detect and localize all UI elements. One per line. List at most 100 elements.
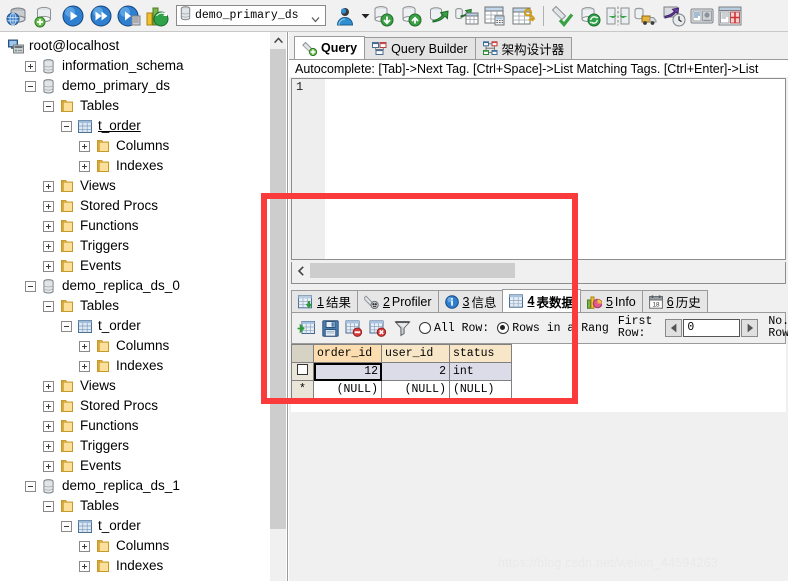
- connection-manager-icon[interactable]: [4, 3, 30, 29]
- column-header-user-id[interactable]: user_id: [381, 344, 450, 363]
- tree-node-stored-procs[interactable]: Stored Procs: [0, 396, 270, 416]
- tree-node-columns[interactable]: Columns: [0, 136, 270, 156]
- db-refresh-icon[interactable]: [577, 3, 603, 29]
- column-header-status[interactable]: status: [449, 344, 512, 363]
- table-row[interactable]: 12 2 int: [291, 362, 512, 381]
- add-row-icon[interactable]: [295, 317, 317, 339]
- chevron-left-icon[interactable]: [292, 262, 309, 279]
- checkbox-icon[interactable]: [297, 364, 308, 375]
- tree-node-indexes[interactable]: Indexes: [0, 556, 270, 576]
- tree-node-events[interactable]: Events: [0, 256, 270, 276]
- scroll-up-icon[interactable]: [270, 32, 286, 49]
- user-manager-icon[interactable]: [332, 3, 358, 29]
- collapse-node-icon[interactable]: [43, 300, 54, 312]
- expand-node-icon[interactable]: [43, 240, 54, 252]
- expand-node-icon[interactable]: [79, 340, 90, 352]
- expand-node-icon[interactable]: [43, 420, 54, 432]
- sql-editor[interactable]: 1: [291, 78, 786, 260]
- tree-node-t-order[interactable]: t_order: [0, 516, 270, 536]
- expand-node-icon[interactable]: [43, 440, 54, 452]
- table-key-icon[interactable]: [510, 3, 536, 29]
- first-row-stepper[interactable]: 0: [665, 319, 759, 337]
- editor-hscroll-thumb[interactable]: [310, 263, 515, 278]
- cell-user-id[interactable]: 2: [381, 362, 450, 381]
- tree-node-demo-replica-ds-0[interactable]: demo_replica_ds_0: [0, 276, 270, 296]
- collapse-node-icon[interactable]: [25, 80, 36, 92]
- expand-node-icon[interactable]: [79, 160, 90, 172]
- tab-schema-designer[interactable]: 架构设计器: [474, 37, 573, 59]
- tree-node-t-order[interactable]: t_order: [0, 116, 270, 136]
- filter-icon[interactable]: [391, 317, 413, 339]
- tree-node-triggers[interactable]: Triggers: [0, 436, 270, 456]
- new-row-marker[interactable]: *: [291, 380, 314, 399]
- column-header-order-id[interactable]: order_id: [313, 344, 382, 363]
- row-selector-checkbox[interactable]: [291, 362, 314, 381]
- execute-all-icon[interactable]: [88, 3, 114, 29]
- tree-node-indexes[interactable]: Indexes: [0, 356, 270, 376]
- expand-node-icon[interactable]: [25, 60, 36, 72]
- collapse-node-icon[interactable]: [61, 320, 72, 332]
- data-grid[interactable]: order_id user_id status 12 2 int * (NULL…: [291, 344, 786, 412]
- backup-restore-icon[interactable]: [426, 3, 452, 29]
- collapse-node-icon[interactable]: [25, 280, 36, 292]
- dropdown-caret-icon[interactable]: [360, 3, 370, 29]
- collapse-node-icon[interactable]: [43, 500, 54, 512]
- delete-row-icon[interactable]: [343, 317, 365, 339]
- tree-node-tables[interactable]: Tables: [0, 296, 270, 316]
- all-rows-radio[interactable]: All Row:: [419, 322, 489, 335]
- report-designer-icon[interactable]: [689, 3, 715, 29]
- data-transfer-icon[interactable]: [633, 3, 659, 29]
- tree-node-columns[interactable]: Columns: [0, 536, 270, 556]
- cell-status-new[interactable]: (NULL): [449, 380, 512, 399]
- tab-query[interactable]: Query: [294, 36, 366, 59]
- paint-check-icon[interactable]: [549, 3, 575, 29]
- tree-node-columns[interactable]: Columns: [0, 336, 270, 356]
- editor-horizontal-scrollbar[interactable]: [291, 262, 786, 279]
- result-tab-profiler[interactable]: 2 Profiler: [356, 290, 439, 312]
- explain-plan-icon[interactable]: [144, 3, 170, 29]
- tree-node-demo-replica-ds-1[interactable]: demo_replica_ds_1: [0, 476, 270, 496]
- chevron-down-icon[interactable]: [311, 11, 320, 23]
- save-row-icon[interactable]: [319, 317, 341, 339]
- expand-node-icon[interactable]: [79, 560, 90, 572]
- cell-status[interactable]: int: [449, 362, 512, 381]
- tree-node-tables[interactable]: Tables: [0, 496, 270, 516]
- collapse-node-icon[interactable]: [43, 100, 54, 112]
- stop-execute-icon[interactable]: [116, 3, 142, 29]
- radio-all-rows-button[interactable]: [419, 322, 431, 334]
- result-tab-table-data[interactable]: 4 表数据: [502, 289, 581, 312]
- expand-node-icon[interactable]: [43, 200, 54, 212]
- import-database-icon[interactable]: [370, 3, 396, 29]
- expand-node-icon[interactable]: [43, 260, 54, 272]
- compare-sync-icon[interactable]: [605, 3, 631, 29]
- tree-node-stored-procs[interactable]: Stored Procs: [0, 196, 270, 216]
- tree-node-views[interactable]: Views: [0, 376, 270, 396]
- tab-query-builder[interactable]: Query Builder: [364, 37, 476, 59]
- spin-left-icon[interactable]: [665, 319, 683, 337]
- tree-node-events[interactable]: Events: [0, 456, 270, 476]
- cell-order-id-new[interactable]: (NULL): [313, 380, 382, 399]
- expand-node-icon[interactable]: [43, 180, 54, 192]
- new-connection-icon[interactable]: [32, 3, 58, 29]
- expand-node-icon[interactable]: [43, 460, 54, 472]
- form-designer-icon[interactable]: [717, 3, 743, 29]
- expand-node-icon[interactable]: [43, 400, 54, 412]
- expand-node-icon[interactable]: [79, 140, 90, 152]
- cancel-edit-icon[interactable]: [367, 317, 389, 339]
- radio-rows-in-range-button[interactable]: [497, 322, 510, 334]
- execute-icon[interactable]: [60, 3, 86, 29]
- cell-order-id[interactable]: 12: [313, 362, 382, 381]
- spin-right-icon[interactable]: [741, 319, 759, 337]
- rows-in-range-radio[interactable]: Rows in a Rang: [497, 322, 609, 335]
- tree-node-functions[interactable]: Functions: [0, 216, 270, 236]
- tree-node-demo-primary-ds[interactable]: demo_primary_ds: [0, 76, 270, 96]
- result-tab-info[interactable]: 5 Info: [579, 290, 643, 312]
- grid-corner-cell[interactable]: [291, 344, 314, 363]
- database-to-table-icon[interactable]: [454, 3, 480, 29]
- expand-node-icon[interactable]: [43, 220, 54, 232]
- tree-node-root[interactable]: root@localhost: [0, 36, 270, 56]
- database-selector[interactable]: demo_primary_ds: [176, 5, 326, 26]
- collapse-node-icon[interactable]: [25, 480, 36, 492]
- tree-node-indexes[interactable]: Indexes: [0, 156, 270, 176]
- tree-node-tables[interactable]: Tables: [0, 96, 270, 116]
